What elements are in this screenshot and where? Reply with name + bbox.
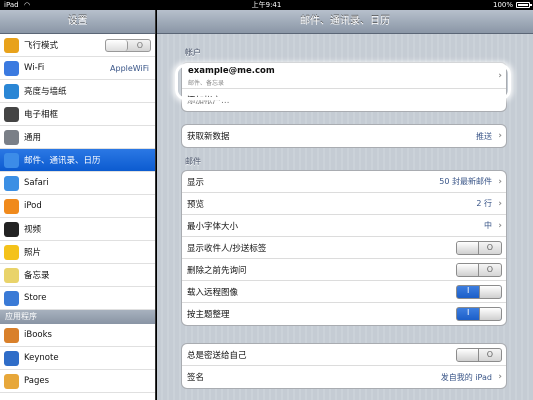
sidebar-item-gear[interactable]: 通用 <box>0 126 155 149</box>
setting-value: 2 行 <box>476 199 492 208</box>
sidebar-item-label: 邮件、通讯录、日历 <box>24 156 101 166</box>
brightness-icon <box>4 83 19 99</box>
setting-row[interactable]: 总是密送给自己 O <box>182 344 506 366</box>
video-icon <box>4 221 19 237</box>
setting-label: 删除之前先询问 <box>187 265 247 276</box>
store-icon <box>4 290 19 306</box>
fetch-group: 获取新数据 推送 › <box>181 124 507 148</box>
sidebar-item-label: Pages <box>24 376 50 386</box>
sidebar-item-picture-frame[interactable]: 电子相框 <box>0 103 155 126</box>
toggle-switch[interactable]: O <box>456 263 502 277</box>
sidebar-item-label: iPod <box>24 201 42 211</box>
chevron-right-icon: › <box>498 198 502 209</box>
toggle-switch[interactable]: O <box>456 348 502 362</box>
sidebar-item-video[interactable]: 视频 <box>0 218 155 241</box>
setting-label: 总是密送给自己 <box>187 350 247 361</box>
accounts-header: 帐户 <box>185 48 201 57</box>
setting-label: 最小字体大小 <box>187 221 239 232</box>
sidebar-title: 设置 <box>0 10 155 34</box>
sidebar-item-brightness[interactable]: 亮度与墙纸 <box>0 80 155 103</box>
setting-label: 显示 <box>187 177 205 188</box>
sidebar-item-label: Wi-Fi <box>24 63 45 73</box>
wifi-icon <box>4 60 19 76</box>
sidebar-item-airplane[interactable]: 飞行模式 O <box>0 34 155 57</box>
sidebar-item-label: 通用 <box>24 133 42 143</box>
settings-sidebar: 设置 飞行模式 O Wi-Fi AppleWiFi 亮度与墙纸电子相框通用邮件、通讯录、… <box>0 10 156 400</box>
setting-row[interactable]: 删除之前先询问 O <box>182 259 506 281</box>
fetch-new-data-row[interactable]: 获取新数据 推送 › <box>182 125 506 147</box>
sidebar-item-label: 照片 <box>24 248 42 258</box>
fetch-value: 推送 <box>476 131 492 141</box>
photos-icon <box>4 244 19 260</box>
detail-pane: 邮件、通讯录、日历 帐户 example@me.com 邮件、备忘录 › 添加帐… <box>157 10 533 400</box>
battery-percent: 100% <box>492 1 513 9</box>
sidebar-item-value: AppleWiFi <box>110 63 149 73</box>
sidebar-item-label: Keynote <box>24 353 59 363</box>
account-highlight-ring <box>175 64 511 100</box>
ibooks-icon <box>4 327 19 343</box>
battery-icon <box>516 2 532 8</box>
chevron-right-icon: › <box>498 372 502 382</box>
mail-icon <box>4 152 19 168</box>
sidebar-item-ibooks[interactable]: iBooks <box>0 324 155 347</box>
fetch-label: 获取新数据 <box>187 132 230 142</box>
sidebar-item-label: 电子相框 <box>24 110 59 120</box>
setting-value: 发自我的 iPad <box>440 372 492 382</box>
notes-icon <box>4 267 19 283</box>
sidebar-item-pages[interactable]: Pages <box>0 370 155 393</box>
bcc-group: 总是密送给自己 O 签名 发自我的 iPad › <box>181 343 507 389</box>
keynote-icon <box>4 350 19 366</box>
airplane-mode-toggle[interactable]: O <box>105 39 151 52</box>
setting-label: 预览 <box>187 199 205 210</box>
ipod-icon <box>4 198 19 214</box>
setting-label: 签名 <box>187 373 205 383</box>
setting-row[interactable]: 按主题整理 I <box>182 303 506 325</box>
airplane-icon <box>4 37 19 53</box>
safari-icon <box>4 175 19 191</box>
sidebar-item-label: 视频 <box>24 225 42 235</box>
chevron-right-icon: › <box>498 131 502 141</box>
apps-section-header: 应用程序 <box>0 310 155 324</box>
setting-row[interactable]: 显示收件人/抄送标签 O <box>182 237 506 259</box>
chevron-right-icon: › <box>498 176 502 187</box>
sidebar-item-notes[interactable]: 备忘录 <box>0 264 155 287</box>
gear-icon <box>4 129 19 145</box>
setting-label: 显示收件人/抄送标签 <box>187 243 267 254</box>
setting-row[interactable]: 载入远程图像 I <box>182 281 506 303</box>
sidebar-item-label: 飞行模式 <box>24 41 59 51</box>
mail-header: 邮件 <box>185 157 201 166</box>
setting-row[interactable]: 签名 发自我的 iPad › <box>182 366 506 388</box>
setting-value: 50 封最新邮件 <box>439 177 492 186</box>
status-bar: iPad ◠ 上午9:41 100% <box>0 0 533 10</box>
pages-icon <box>4 373 19 389</box>
sidebar-item-label: Safari <box>24 178 49 188</box>
sidebar-item-wifi[interactable]: Wi-Fi AppleWiFi <box>0 57 155 80</box>
status-time: 上午9:41 <box>251 1 282 9</box>
toggle-switch[interactable]: I <box>456 285 502 299</box>
sidebar-item-label: iBooks <box>24 330 52 340</box>
sidebar-item-label: 备忘录 <box>24 271 50 281</box>
sidebar-item-label: 亮度与墙纸 <box>24 87 67 97</box>
sidebar-item-keynote[interactable]: Keynote <box>0 347 155 370</box>
sidebar-item-photos[interactable]: 照片 <box>0 241 155 264</box>
setting-row[interactable]: 显示 50 封最新邮件 › <box>182 171 506 193</box>
sidebar-item-ipod[interactable]: iPod <box>0 195 155 218</box>
mail-group: 显示 50 封最新邮件 › 预览 2 行 › 最小字体大小中 › 显示收件人/抄送标签 O 删除之前… <box>181 170 507 326</box>
setting-value: 中 <box>484 221 492 230</box>
setting-label: 按主题整理 <box>187 310 230 320</box>
sidebar-item-label: Store <box>24 293 47 303</box>
picture-frame-icon <box>4 106 19 122</box>
sidebar-item-store[interactable]: Store <box>0 287 155 310</box>
setting-row[interactable]: 最小字体大小 中 › <box>182 215 506 237</box>
toggle-switch[interactable]: O <box>456 241 502 255</box>
chevron-right-icon: › <box>498 220 502 231</box>
sidebar-item-mail[interactable]: 邮件、通讯录、日历 <box>0 149 155 172</box>
toggle-switch[interactable]: I <box>456 307 502 321</box>
setting-row[interactable]: 预览 2 行 › <box>182 193 506 215</box>
setting-label: 载入远程图像 <box>187 287 239 298</box>
detail-title: 邮件、通讯录、日历 <box>157 10 533 34</box>
sidebar-item-safari[interactable]: Safari <box>0 172 155 195</box>
